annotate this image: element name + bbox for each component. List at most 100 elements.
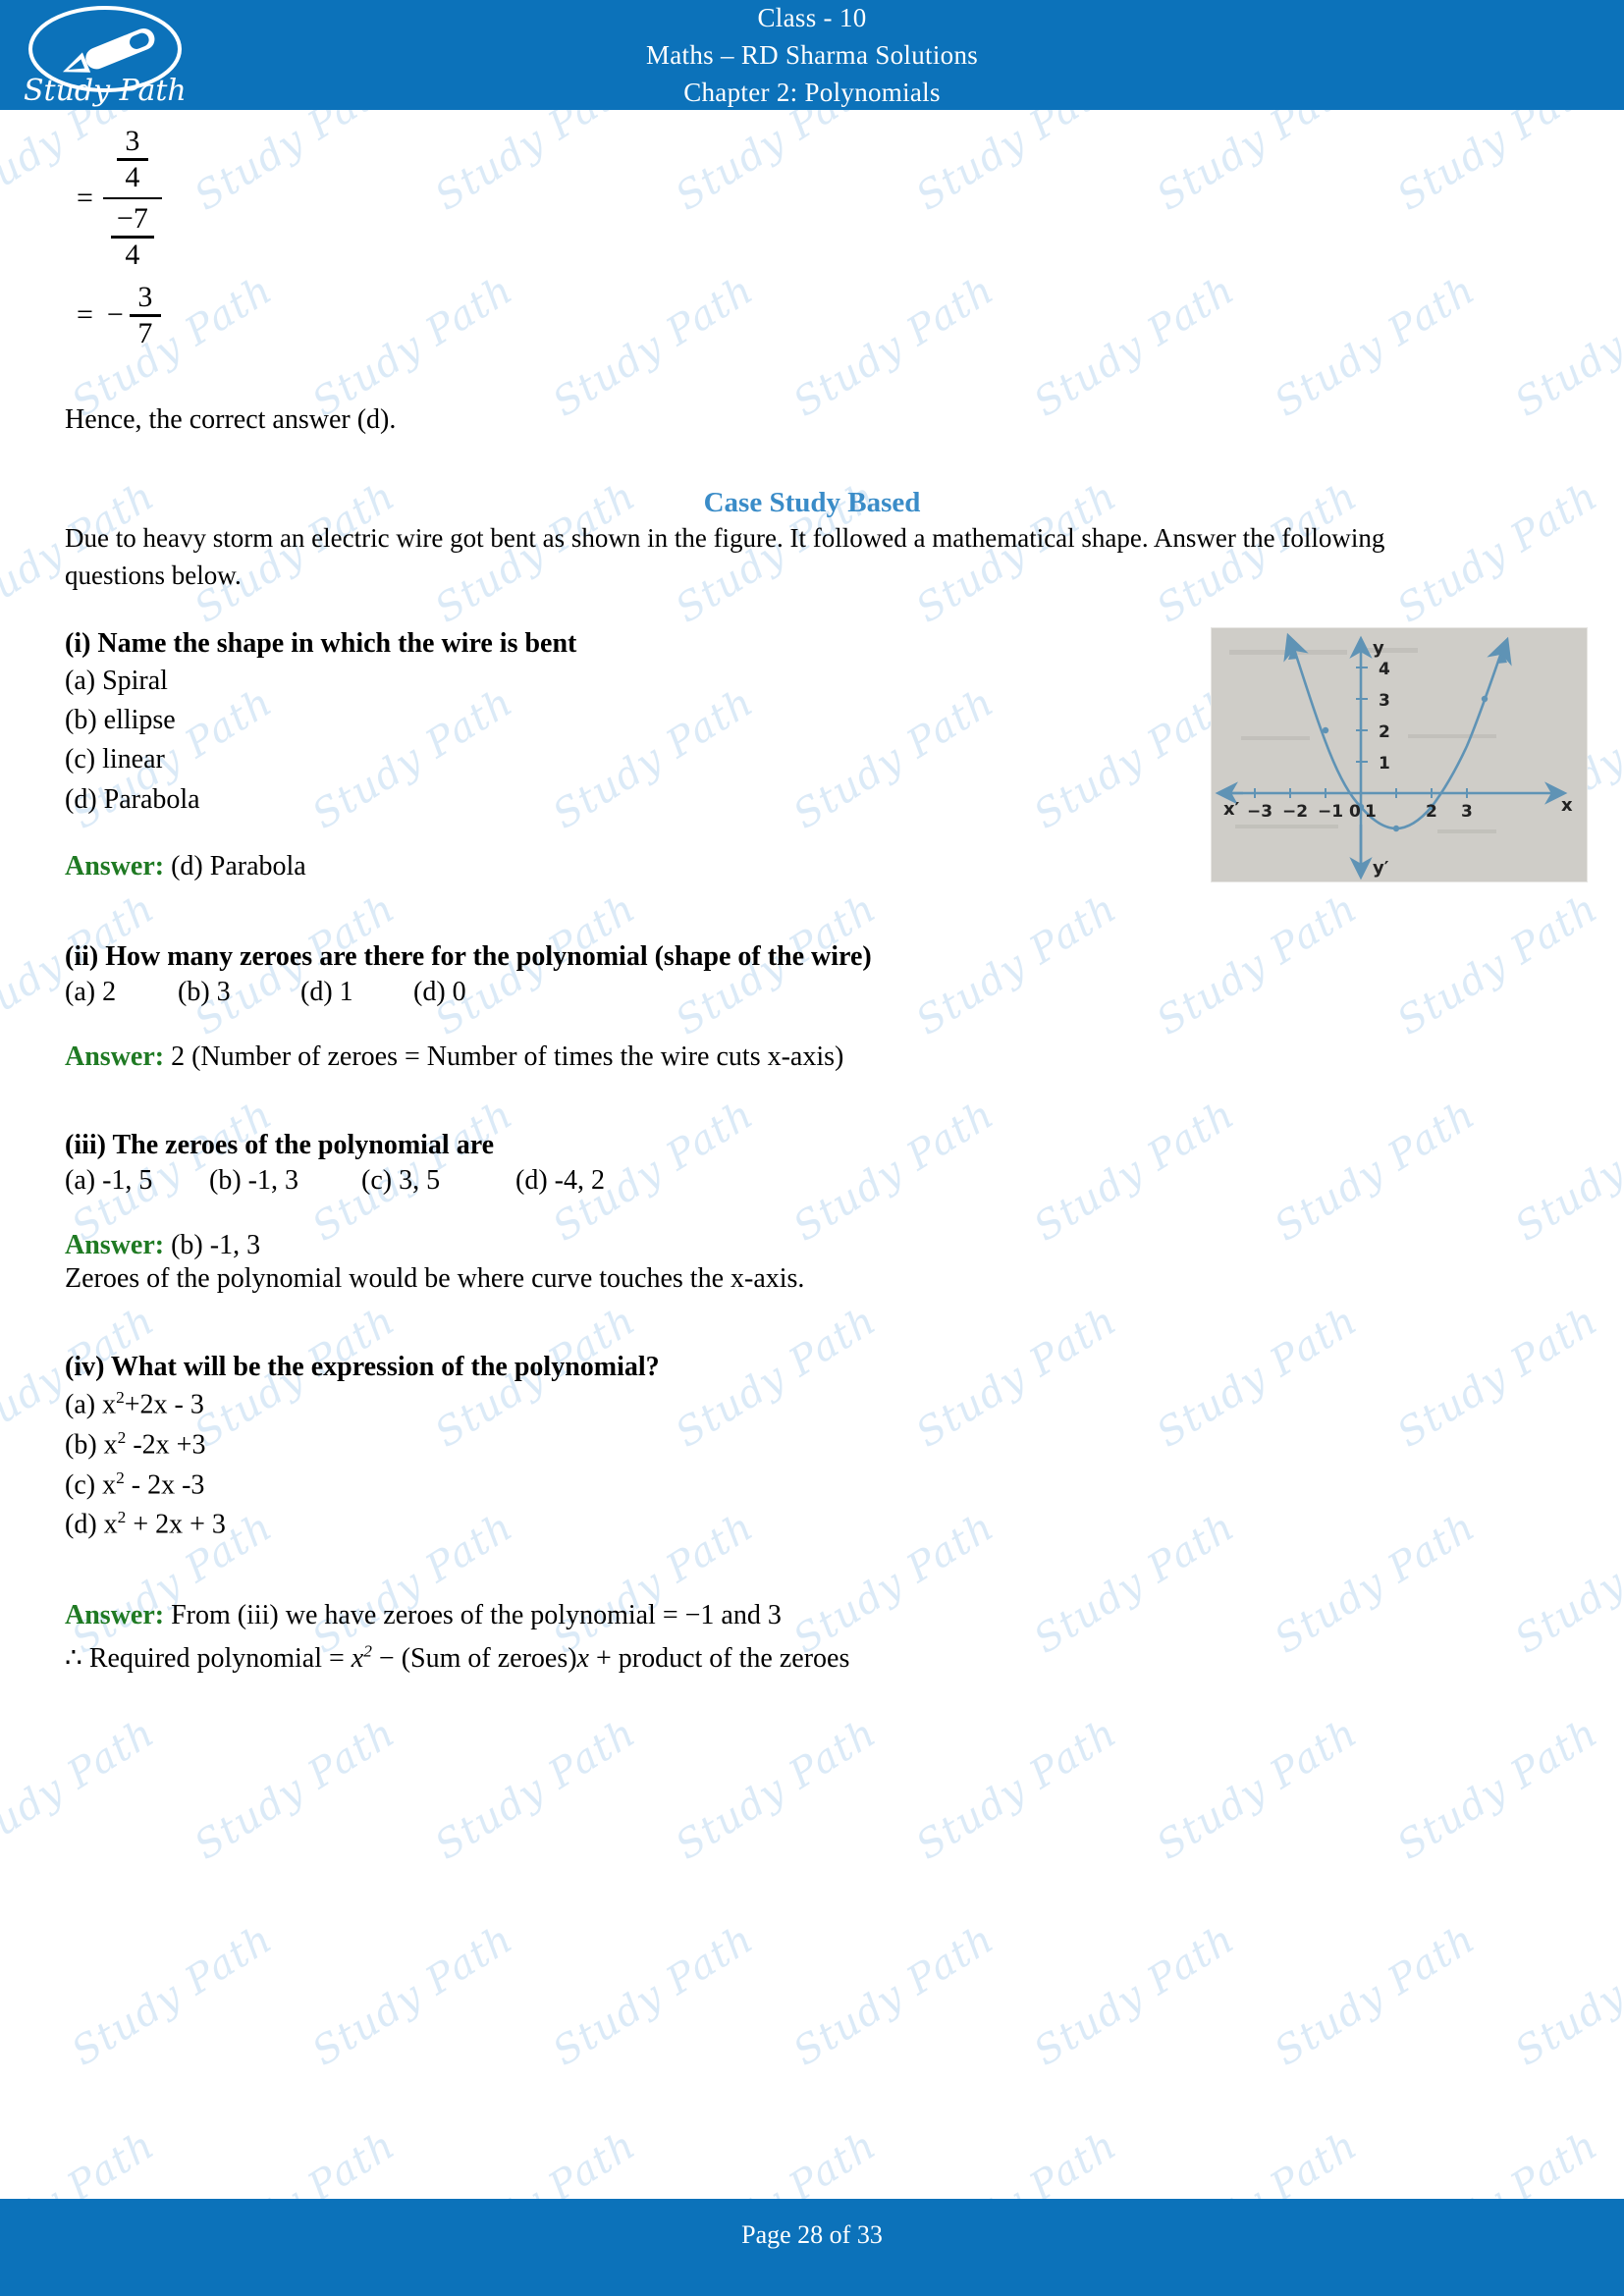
question-ii-option-a[interactable]: (a) 2: [65, 977, 171, 1008]
question-iv-option-c[interactable]: (c) x2 - 2x -3: [65, 1468, 1559, 1504]
equals-sign-2: =: [77, 298, 93, 332]
question-ii-options: (a) 2 (b) 3 (d) 1 (d) 0: [65, 977, 1559, 1008]
intro-paragraph: Due to heavy storm an electric wire got …: [65, 523, 1385, 591]
parabola-figure: 1 2 3 4 −3 −2 −1 0 1 2 3 y y′ x x′: [1212, 627, 1587, 881]
watermark-text: Study Path: [1026, 1916, 1243, 2075]
question-iv-option-b[interactable]: (b) x2 -2x +3: [65, 1427, 1559, 1464]
watermark-text: Study Path: [1267, 1916, 1484, 2075]
equation-block: = 3 4 −7 4 = − 3 7: [65, 116, 1559, 400]
question-title-iii: (iii) The zeroes of the polynomial are: [65, 1130, 495, 1161]
watermark-text: Study Path: [304, 1916, 521, 2075]
question-iii-option-c[interactable]: (c) 3, 5: [361, 1165, 509, 1197]
watermark-text: Study Path: [785, 1916, 1002, 2075]
watermark-text: Study Path: [908, 1710, 1125, 1869]
expl-iv-x1: x: [351, 1643, 364, 1675]
expl-iv-exponent: 2: [363, 1641, 372, 1661]
question-block-i: 1 2 3 4 −3 −2 −1 0 1 2 3 y y′ x x′ (i) N…: [65, 627, 1587, 883]
question-block-iii: (iii) The zeroes of the polynomial are (…: [65, 1130, 1559, 1295]
answer-text-iv: From (iii) we have zeroes of the polynom…: [171, 1600, 782, 1631]
answer-text-ii: 2 (Number of zeroes = Number of times th…: [171, 1041, 844, 1073]
watermark-text: Study Path: [668, 1710, 885, 1869]
study-path-logo: Study Path: [14, 2, 200, 108]
inner-fraction-bottom: −7 4: [110, 202, 154, 272]
result-numerator: 3: [137, 281, 153, 313]
complex-fraction-numerator: 3 4: [109, 122, 156, 197]
question-iv-option-d[interactable]: (d) x2 + 2x + 3: [65, 1507, 1559, 1543]
case-study-heading: Case Study Based: [703, 487, 921, 518]
question-ii-option-d[interactable]: (d) 0: [413, 977, 466, 1008]
explanation-iv: ∴ Required polynomial = x2 − (Sum of zer…: [65, 1641, 1559, 1675]
question-block-ii: (ii) How many zeroes are there for the p…: [65, 941, 1559, 1073]
page-header: Study Path Class - 10 Maths – RD Sharma …: [0, 0, 1624, 110]
answer-label-iii: Answer:: [65, 1230, 165, 1261]
question-iii-options: (a) -1, 5 (b) -1, 3 (c) 3, 5 (d) -4, 2: [65, 1165, 1559, 1197]
svg-text:−3: −3: [1247, 802, 1272, 822]
question-block-iv: (iv) What will be the expression of the …: [65, 1352, 1559, 1675]
page-number-text: Page 28 of 33: [741, 2220, 883, 2249]
equation-result: = − 3 7: [77, 281, 161, 350]
answer-text-i: (d) Parabola: [171, 851, 306, 882]
svg-text:y′: y′: [1373, 858, 1389, 879]
header-class-line: Class - 10: [757, 2, 867, 32]
expl-iv-x2: x: [576, 1643, 589, 1675]
complex-fraction-denominator: −7 4: [103, 199, 162, 275]
watermark-text: Study Path: [1149, 1710, 1366, 1869]
svg-text:x′: x′: [1223, 799, 1240, 820]
svg-text:1: 1: [1365, 802, 1377, 822]
question-iv-option-a[interactable]: (a) x2+2x - 3: [65, 1387, 1559, 1423]
answer-ii: Answer: 2 (Number of zeroes = Number of …: [65, 1041, 1559, 1073]
expl-iv-mid: − (Sum of zeroes): [371, 1643, 577, 1675]
opt-b-pre: (b) x: [65, 1429, 118, 1461]
inner-top-numerator: 3: [125, 125, 140, 157]
svg-text:x: x: [1561, 795, 1573, 816]
inner-top-denominator: 4: [125, 160, 140, 193]
watermark-text: Study Path: [64, 1916, 281, 2075]
opt-d-pre: (d) x: [65, 1509, 118, 1540]
header-subject-line: Maths – RD Sharma Solutions: [645, 39, 979, 70]
question-ii-option-c[interactable]: (d) 1: [300, 977, 406, 1008]
opt-a-post: +2x - 3: [124, 1389, 204, 1420]
question-iii-option-b[interactable]: (b) -1, 3: [209, 1165, 354, 1197]
hence-line: Hence, the correct answer (d).: [65, 404, 397, 435]
question-iii-option-a[interactable]: (a) -1, 5: [65, 1165, 202, 1197]
svg-text:3: 3: [1461, 802, 1473, 822]
answer-label-iv: Answer:: [65, 1600, 165, 1631]
answer-label-i: Answer:: [65, 851, 165, 882]
watermark-text: Study Path: [427, 1710, 644, 1869]
inner-bottom-numerator: −7: [116, 202, 148, 235]
explanation-iii: Zeroes of the polynomial would be where …: [65, 1263, 805, 1295]
watermark-text: Study Path: [1389, 1710, 1606, 1869]
question-title-iv: (iv) What will be the expression of the …: [65, 1352, 660, 1383]
question-iii-option-d[interactable]: (d) -4, 2: [515, 1165, 605, 1197]
expl-iv-pre: ∴ Required polynomial =: [65, 1643, 352, 1675]
opt-a-exponent: 2: [116, 1388, 125, 1408]
svg-text:1: 1: [1379, 754, 1390, 774]
page-content: = 3 4 −7 4 = − 3 7 Hence, the correct an…: [0, 116, 1624, 1675]
answer-iv: Answer: From (iii) we have zeroes of the…: [65, 1600, 1559, 1631]
svg-text:2: 2: [1426, 802, 1437, 822]
question-ii-option-b[interactable]: (b) 3: [178, 977, 294, 1008]
svg-text:4: 4: [1379, 660, 1390, 679]
minus-sign: −: [106, 298, 124, 332]
opt-c-post: - 2x -3: [124, 1468, 205, 1500]
watermark-text: Study Path: [545, 1916, 762, 2075]
svg-text:−2: −2: [1282, 802, 1308, 822]
watermark-text: Study Path: [1507, 1916, 1624, 2075]
page-footer: Page 28 of 33: [0, 2199, 1624, 2296]
header-title-block: Class - 10 Maths – RD Sharma Solutions C…: [646, 0, 978, 112]
svg-text:y: y: [1373, 638, 1384, 659]
answer-label-ii: Answer:: [65, 1041, 165, 1073]
watermark-text: Study Path: [187, 1710, 404, 1869]
result-fraction: 3 7: [129, 281, 161, 350]
opt-b-post: -2x +3: [126, 1429, 206, 1461]
opt-c-exponent: 2: [116, 1468, 125, 1487]
answer-text-iii: (b) -1, 3: [171, 1230, 261, 1261]
inner-bottom-denominator: 4: [125, 238, 140, 271]
opt-c-pre: (c) x: [65, 1468, 117, 1500]
question-title-ii: (ii) How many zeroes are there for the p…: [65, 941, 872, 973]
expl-iv-post: + product of the zeroes: [588, 1643, 850, 1675]
equals-sign-1: =: [77, 181, 93, 214]
opt-a-pre: (a) x: [65, 1389, 117, 1420]
answer-iii: Answer: (b) -1, 3: [65, 1230, 1559, 1261]
inner-fraction-top: 3 4: [116, 125, 148, 194]
